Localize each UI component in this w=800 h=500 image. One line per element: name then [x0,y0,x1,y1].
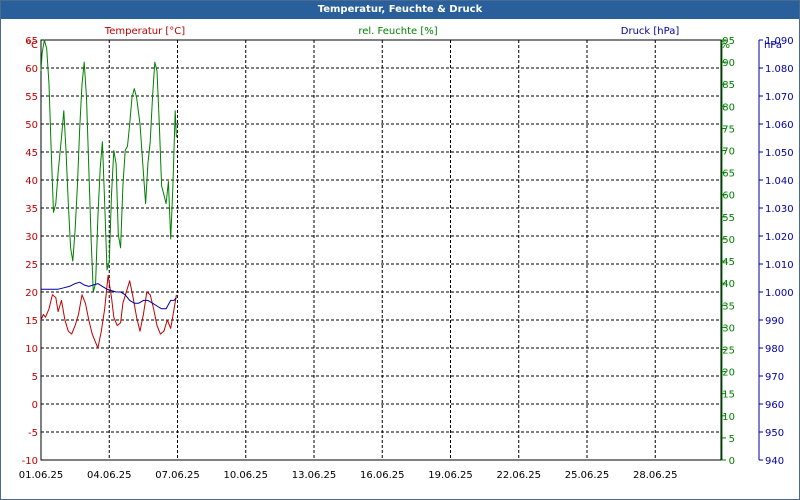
x-tick-label: 16.06.25 [360,470,405,481]
pressure-tick-label: 940 [765,456,784,467]
humidity-tick-label: 45 [722,257,735,268]
humidity-tick-label: 40 [722,279,735,290]
grid [41,40,721,460]
humidity-tick-label: 90 [722,58,735,69]
temperature-tick-label: 10 [25,344,38,355]
x-tick-label: 28.06.25 [633,470,678,481]
plot-area-border [40,39,722,461]
x-tick-label: 19.06.25 [428,470,473,481]
chart-canvas: 01.06.25 04.06.25 07.06.25 10.06.25 13.06.25… [19,26,794,481]
temperature-tick-label: -10 [22,456,38,467]
x-tick-label: 13.06.25 [292,470,337,481]
temperature-tick-label: 5 [32,372,38,383]
pressure-tick-label: 950 [765,428,784,439]
temperature-tick-label: -5 [28,428,38,439]
humidity-tick-label: 10 [722,412,735,423]
humidity-unit: % [720,40,730,51]
humidity-tick-label: 35 [722,301,735,312]
pressure-tick-label: 1.020 [765,232,794,243]
humidity-line [40,39,177,293]
pressure-tick-label: 1.000 [765,288,794,299]
humidity-axis-title: rel. Feuchte [%] [358,26,437,37]
series [40,39,177,349]
pressure-tick-label: 1.060 [765,120,794,131]
pressure-tick-label: 990 [765,316,784,327]
temperature-tick-label: 40 [25,176,38,187]
humidity-tick-label: 50 [722,235,735,246]
pressure-tick-label: 980 [765,344,784,355]
temperature-tick-label: 20 [25,288,38,299]
humidity-tick-label: 20 [722,368,735,379]
pressure-tick-label: 960 [765,400,784,411]
humidity-tick-label: 65 [722,169,735,180]
pressure-tick-label: 1.030 [765,204,794,215]
x-tick-label: 07.06.25 [155,470,200,481]
pressure-tick-label: 1.010 [765,260,794,271]
humidity-tick-label: 75 [722,124,735,135]
temperature-tick-label: 60 [25,64,38,75]
axes: 01.06.25 04.06.25 07.06.25 10.06.25 13.06.25… [19,36,794,481]
pressure-tick-label: 1.070 [765,92,794,103]
pressure-line [41,281,177,310]
humidity-tick-label: 25 [722,345,735,356]
temperature-tick-label: 15 [25,316,38,327]
x-tick-label: 01.06.25 [19,470,64,481]
x-tick-label: 22.06.25 [496,470,541,481]
humidity-tick-label: 0 [729,456,735,467]
pressure-tick-label: 1.040 [765,176,794,187]
humidity-tick-label: 80 [722,102,735,113]
pressure-tick-label: 1.050 [765,148,794,159]
pressure-unit: hPa [764,40,782,51]
temperature-tick-label: 45 [25,148,38,159]
humidity-tick-label: 55 [722,213,735,224]
pressure-tick-label: 970 [765,372,784,383]
temperature-tick-label: 35 [25,204,38,215]
x-tick-label: 10.06.25 [223,470,268,481]
x-tick-label: 04.06.25 [87,470,132,481]
x-tick-label: 25.06.25 [565,470,610,481]
temperature-unit: °C [26,40,38,51]
humidity-tick-label: 30 [722,323,735,334]
temperature-tick-label: 25 [25,260,38,271]
humidity-tick-label: 70 [722,147,735,158]
temperature-tick-label: 55 [25,92,38,103]
temperature-tick-label: 0 [32,400,38,411]
temperature-tick-label: 50 [25,120,38,131]
temperature-line [40,274,177,349]
pressure-tick-label: 1.080 [765,64,794,75]
temperature-tick-label: 30 [25,232,38,243]
humidity-tick-label: 5 [729,434,735,445]
pressure-axis-title: Druck [hPa] [621,26,680,37]
temperature-axis-title: Temperatur [°C] [104,26,185,37]
humidity-tick-label: 15 [722,390,735,401]
humidity-tick-label: 60 [722,191,735,202]
humidity-tick-label: 85 [722,80,735,91]
